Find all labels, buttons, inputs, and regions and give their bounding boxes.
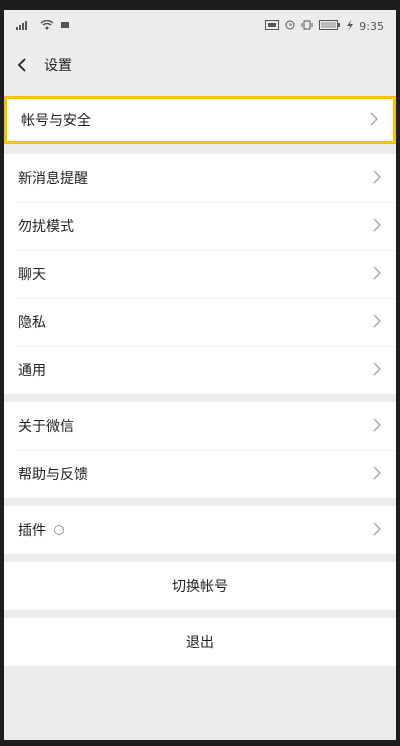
back-icon[interactable]	[14, 57, 30, 73]
row-new-message-notifications[interactable]: 新消息提醒	[4, 154, 396, 202]
spacer	[4, 610, 396, 618]
row-label: 插件	[18, 520, 64, 540]
row-label: 通用	[18, 363, 46, 379]
chevron-right-icon	[372, 313, 382, 332]
logout-group: 退出	[4, 618, 396, 666]
row-label: 勿扰模式	[18, 219, 74, 235]
row-account-security[interactable]: 帐号与安全	[4, 96, 396, 144]
vibrate-icon	[301, 20, 313, 33]
row-about-wechat[interactable]: 关于微信	[4, 402, 396, 450]
chevron-right-icon	[372, 361, 382, 380]
row-label: 隐私	[18, 315, 46, 331]
status-right: 9:35	[265, 19, 384, 33]
settings-group-about: 关于微信 帮助与反馈	[4, 402, 396, 498]
row-plugins[interactable]: 插件	[4, 506, 396, 554]
row-label: 新消息提醒	[18, 171, 88, 187]
logout-label: 退出	[186, 635, 214, 651]
status-time: 9:35	[359, 19, 384, 33]
settings-group-general: 新消息提醒 勿扰模式 聊天 隐私 通用	[4, 154, 396, 394]
alarm-icon	[285, 20, 295, 33]
charging-icon	[347, 19, 354, 33]
chevron-right-icon	[372, 217, 382, 236]
logout-button[interactable]: 退出	[4, 618, 396, 666]
plugins-label: 插件	[18, 523, 46, 539]
signal-icon	[16, 20, 34, 33]
row-chat[interactable]: 聊天	[4, 250, 396, 298]
spacer	[4, 144, 396, 154]
chevron-right-icon	[372, 265, 382, 284]
status-bar: 9:35	[4, 10, 396, 42]
settings-group-account: 帐号与安全	[4, 96, 396, 144]
switch-account-label: 切换帐号	[172, 579, 228, 595]
settings-screen: 9:35 设置 帐号与安全 新消息提醒 勿扰模式 聊天 隐私 通用 关于微信 帮…	[4, 10, 396, 740]
chevron-right-icon	[372, 465, 382, 484]
row-label: 帮助与反馈	[18, 467, 88, 483]
row-label: 帐号与安全	[21, 113, 91, 129]
nfc-icon	[265, 19, 280, 33]
spacer	[4, 394, 396, 402]
page-title: 设置	[44, 58, 72, 74]
status-left	[16, 19, 70, 33]
settings-group-plugins: 插件	[4, 506, 396, 554]
wifi-icon	[40, 19, 54, 33]
chevron-right-icon	[372, 417, 382, 436]
battery-icon	[319, 19, 341, 33]
row-do-not-disturb[interactable]: 勿扰模式	[4, 202, 396, 250]
spacer	[4, 88, 396, 96]
nav-bar: 设置	[4, 42, 396, 88]
row-help-feedback[interactable]: 帮助与反馈	[4, 450, 396, 498]
switch-account-button[interactable]: 切换帐号	[4, 562, 396, 610]
plugin-badge-icon	[54, 525, 64, 535]
spacer	[4, 554, 396, 562]
chevron-right-icon	[372, 521, 382, 540]
row-privacy[interactable]: 隐私	[4, 298, 396, 346]
row-general[interactable]: 通用	[4, 346, 396, 394]
switch-account-group: 切换帐号	[4, 562, 396, 610]
notification-icon	[60, 20, 70, 33]
chevron-right-icon	[369, 111, 379, 130]
spacer	[4, 498, 396, 506]
row-label: 关于微信	[18, 419, 74, 435]
chevron-right-icon	[372, 169, 382, 188]
row-label: 聊天	[18, 267, 46, 283]
